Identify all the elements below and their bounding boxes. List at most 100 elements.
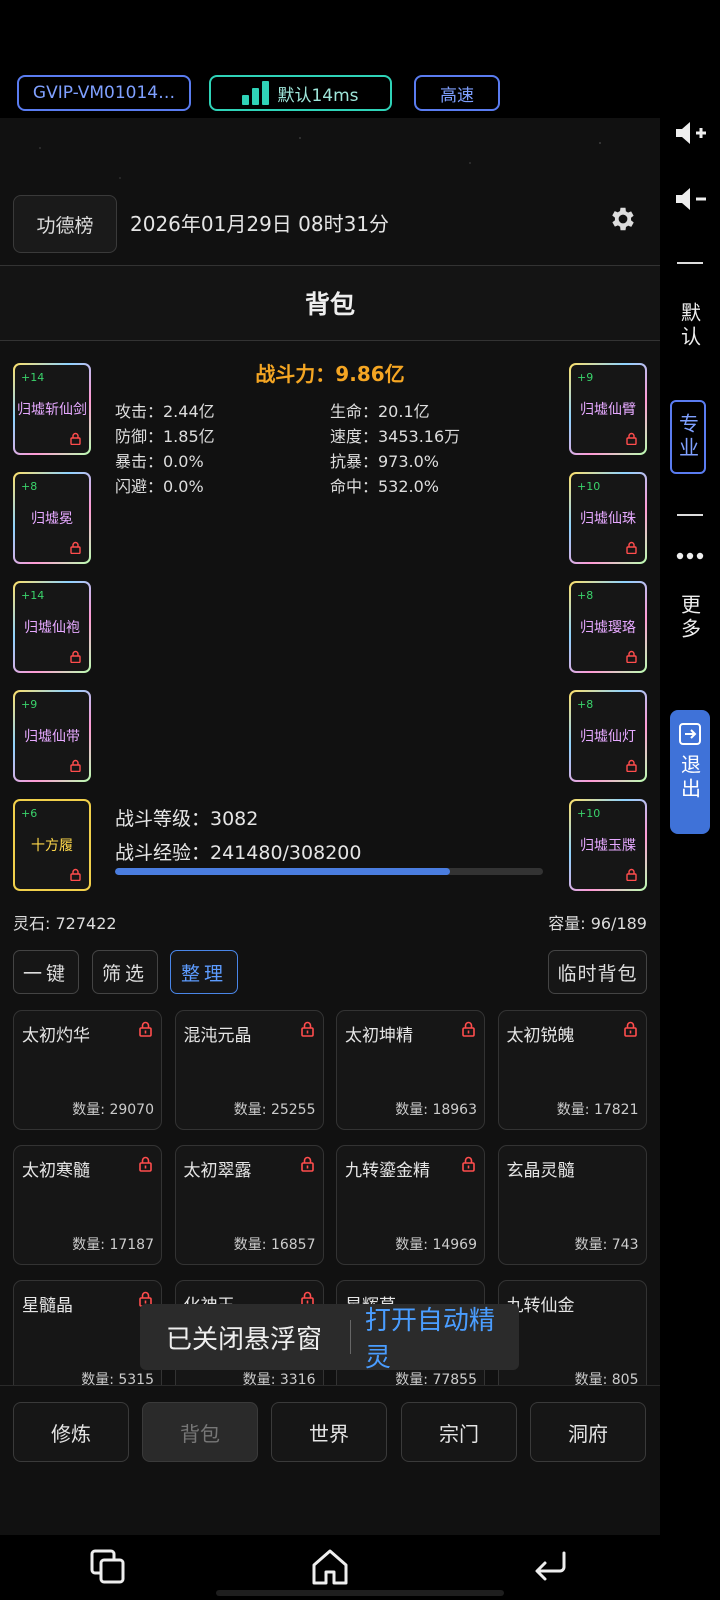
home-icon[interactable] [310, 1547, 350, 1587]
toast-action-button[interactable]: 打开自动精灵 [365, 1300, 519, 1374]
exp-progress-fill [115, 868, 451, 875]
sort-button[interactable]: 整理 [170, 950, 238, 994]
inventory-item[interactable]: 太初坤精 数量: 18963 [336, 1010, 485, 1130]
lock-icon [462, 1156, 475, 1172]
lock-icon [139, 1156, 152, 1172]
item-name: 九转鎏金精 [345, 1161, 430, 1181]
volume-down-icon[interactable] [674, 186, 710, 212]
stat-crit: 暴击：0.0% [115, 452, 204, 471]
vm-id-label: GVIP-VM01014… [32, 83, 176, 103]
stat-crit-resist: 抗暴：973.0% [330, 452, 440, 471]
onekey-button[interactable]: 一键 [13, 950, 79, 994]
inventory-item[interactable]: 九转鎏金精 数量: 14969 [336, 1145, 485, 1265]
divider [677, 514, 703, 516]
equip-slot-tablet[interactable]: +10 归墟玉牒 [569, 799, 647, 891]
network-latency-label: 默认14ms [277, 85, 359, 106]
speed-mode-label: 高速 [440, 85, 474, 106]
item-name: 太初锐魄 [506, 1026, 575, 1046]
lock-icon [300, 1156, 314, 1172]
equip-slot-boots[interactable]: +6 十方履 [13, 799, 91, 891]
equip-level: +10 [577, 480, 601, 493]
equip-name: 十方履 [31, 838, 73, 854]
filter-button[interactable]: 筛选 [92, 950, 158, 994]
tab-cultivate[interactable]: 修炼 [13, 1402, 129, 1462]
item-name: 太初寒髓 [22, 1161, 90, 1181]
inventory-item[interactable]: 太初锐魄数量: 17821 [497, 1010, 647, 1130]
tab-world[interactable]: 世界 [271, 1402, 387, 1462]
inventory-item[interactable]: 太初寒髓数量: 17187 [13, 1145, 162, 1265]
lock-icon [626, 432, 637, 445]
lingshi-count: 灵石: 727422 [13, 914, 117, 933]
stat-attack: 攻击：2.44亿 [115, 402, 215, 421]
inventory-item[interactable]: 玄晶灵髓数量: 743 [497, 1145, 647, 1265]
item-name: 玄晶灵髓 [506, 1161, 575, 1181]
gesture-indicator [216, 1590, 504, 1596]
pro-mode-button[interactable]: 专业 [670, 400, 706, 474]
tab-label: 世界 [309, 1421, 349, 1446]
gongde-ranking-label: 功德榜 [36, 214, 94, 237]
gongde-ranking-button[interactable]: 功德榜 [13, 195, 117, 253]
tab-backpack[interactable]: 背包 [142, 1402, 258, 1462]
lock-icon [623, 1021, 637, 1037]
back-icon[interactable] [530, 1547, 570, 1587]
equip-slot-robe[interactable]: +14 归墟仙袍 [13, 581, 91, 673]
combat-power: 战斗力：9.86亿 [255, 362, 405, 386]
item-quantity: 数量: 743 [574, 1237, 639, 1253]
item-name: 太初灼华 [22, 1026, 90, 1046]
lock-icon [626, 650, 637, 663]
item-quantity: 数量: 17821 [556, 1102, 639, 1118]
toast-divider [349, 1320, 351, 1354]
item-name: 太初坤精 [345, 1026, 413, 1046]
recent-apps-icon[interactable] [88, 1547, 128, 1587]
inventory-item[interactable]: 太初翠露 数量: 16857 [174, 1145, 324, 1265]
equip-level: +6 [21, 807, 38, 820]
pro-mode-label: 专业 [675, 413, 700, 461]
exit-button[interactable]: 退出 [670, 710, 710, 834]
combat-level: 战斗等级：3082 [115, 808, 259, 830]
temp-bag-label: 临时背包 [557, 962, 638, 985]
speed-mode-button[interactable]: 高速 [414, 75, 500, 111]
stat-hit: 命中：532.0% [330, 477, 440, 496]
exp-progress-bar [115, 868, 543, 875]
page-title: 背包 [0, 266, 660, 340]
equip-level: +8 [21, 480, 38, 493]
default-mode-button[interactable]: 默认 [660, 296, 720, 356]
equip-level: +8 [577, 589, 594, 602]
settings-gear-icon[interactable] [608, 204, 638, 234]
equip-name: 归墟冕 [31, 511, 73, 527]
lock-icon [462, 1021, 475, 1037]
equip-slot-necklace[interactable]: +8 归墟璎珞 [569, 581, 647, 673]
signal-icon [242, 81, 270, 105]
equip-name: 归墟仙臂 [580, 402, 636, 418]
item-quantity: 数量: 17187 [72, 1237, 154, 1253]
inventory-item[interactable]: 混沌元晶 数量: 25255 [174, 1010, 324, 1130]
exit-label: 退出 [677, 754, 702, 802]
item-name: 太初翠露 [183, 1161, 252, 1181]
tab-cave[interactable]: 洞府 [530, 1402, 646, 1462]
lock-icon [70, 541, 81, 554]
sort-label: 整理 [180, 962, 227, 985]
tab-sect[interactable]: 宗门 [401, 1402, 517, 1462]
inventory-item[interactable]: 太初灼华数量: 29070 [13, 1010, 162, 1130]
inventory-item[interactable]: 九转仙金 数量: 805 [497, 1280, 647, 1400]
network-latency-button[interactable]: 默认14ms [209, 75, 392, 111]
lock-icon [626, 868, 637, 881]
equip-slot-crown[interactable]: +8 归墟冕 [13, 472, 91, 564]
lock-icon [70, 759, 81, 772]
volume-up-icon[interactable] [674, 120, 710, 146]
item-quantity: 数量: 29070 [72, 1102, 154, 1118]
more-button[interactable]: 更多 [660, 588, 720, 648]
lock-icon [70, 650, 81, 663]
equip-level: +9 [21, 698, 38, 711]
equip-slot-lamp[interactable]: +8 归墟仙灯 [569, 690, 647, 782]
vm-id-button[interactable]: GVIP-VM01014… [17, 75, 191, 111]
equip-name: 归墟璎珞 [580, 620, 636, 636]
equip-slot-pearl[interactable]: +10 归墟仙珠 [569, 472, 647, 564]
equip-slot-belt[interactable]: +9 归墟仙带 [13, 690, 91, 782]
tab-label: 洞府 [568, 1421, 608, 1446]
stat-defense: 防御：1.85亿 [115, 427, 215, 446]
temp-bag-button[interactable]: 临时背包 [548, 950, 647, 994]
vm-side-panel: 默认 专业 更多 退出 [660, 118, 720, 1535]
tab-label: 修炼 [51, 1421, 91, 1446]
more-dots-icon[interactable] [676, 552, 704, 560]
